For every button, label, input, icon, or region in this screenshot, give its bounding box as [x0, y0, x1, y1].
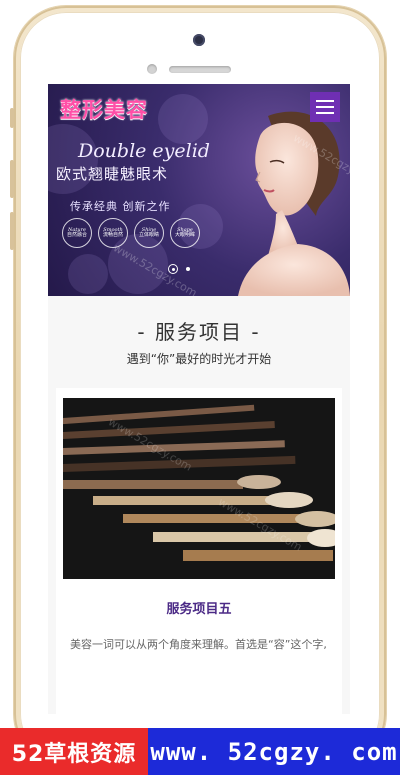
banner-tagline: 传承经典 创新之作 [70, 200, 171, 213]
proximity-sensor [147, 64, 157, 74]
feature-badge: Shine 立体眼睛 [134, 218, 164, 248]
service-card[interactable]: www.52cgzy.com www.52cgzy.com 服务项目五 美容一词… [56, 388, 342, 714]
feature-badge-cn: 流畅自然 [102, 232, 123, 238]
banner-english-title: Double eyelid [78, 140, 210, 162]
menu-icon-bar [316, 112, 334, 114]
site-logo[interactable]: 整形美容 [60, 94, 148, 124]
section-subtitle: 遇到“你”最好的时光才开始 [126, 352, 272, 366]
carousel-indicators [168, 264, 190, 274]
feature-badge: Smooth 流畅自然 [98, 218, 128, 248]
service-description: 美容一词可以从两个角度来理解。首选是“容”这个字, [70, 638, 327, 651]
menu-icon-bar [316, 106, 334, 108]
feature-badge-cn: 自然融合 [66, 232, 87, 238]
promo-bar[interactable]: 52草根资源 www. 52cgzy. com [0, 728, 400, 775]
earpiece-speaker [169, 66, 231, 73]
carousel-dot[interactable] [186, 267, 190, 271]
menu-button[interactable] [310, 92, 340, 122]
service-image[interactable]: www.52cgzy.com www.52cgzy.com [63, 398, 335, 579]
feature-badge: Shape 大眼明眸 [170, 218, 200, 248]
model-portrait [238, 111, 350, 296]
front-camera [193, 34, 205, 46]
mute-switch [10, 108, 14, 128]
volume-down-button [10, 212, 14, 250]
carousel-dot-active[interactable] [168, 264, 178, 274]
section-title: - 服务项目 - [137, 320, 261, 344]
hero-banner[interactable]: 整形美容 Double eyelid 欧式翘睫魅眼术 传承经典 创新之作 Nat… [48, 84, 350, 296]
volume-up-button [10, 160, 14, 198]
feature-badge-cn: 立体眼睛 [138, 232, 159, 238]
feature-badge: Nature 自然融合 [62, 218, 92, 248]
phone-screen: 整形美容 Double eyelid 欧式翘睫魅眼术 传承经典 创新之作 Nat… [48, 84, 350, 714]
banner-chinese-title: 欧式翘睫魅眼术 [56, 165, 169, 183]
service-title[interactable]: 服务项目五 [56, 598, 342, 617]
promo-url[interactable]: www. 52cgzy. com [148, 728, 400, 775]
feature-badge-cn: 大眼明眸 [174, 232, 195, 238]
promo-brand[interactable]: 52草根资源 [0, 728, 148, 775]
feature-badges: Nature 自然融合 Smooth 流畅自然 Shine 立体眼睛 Shape… [62, 218, 200, 248]
makeup-brushes-image [63, 398, 335, 579]
menu-icon [316, 100, 334, 102]
